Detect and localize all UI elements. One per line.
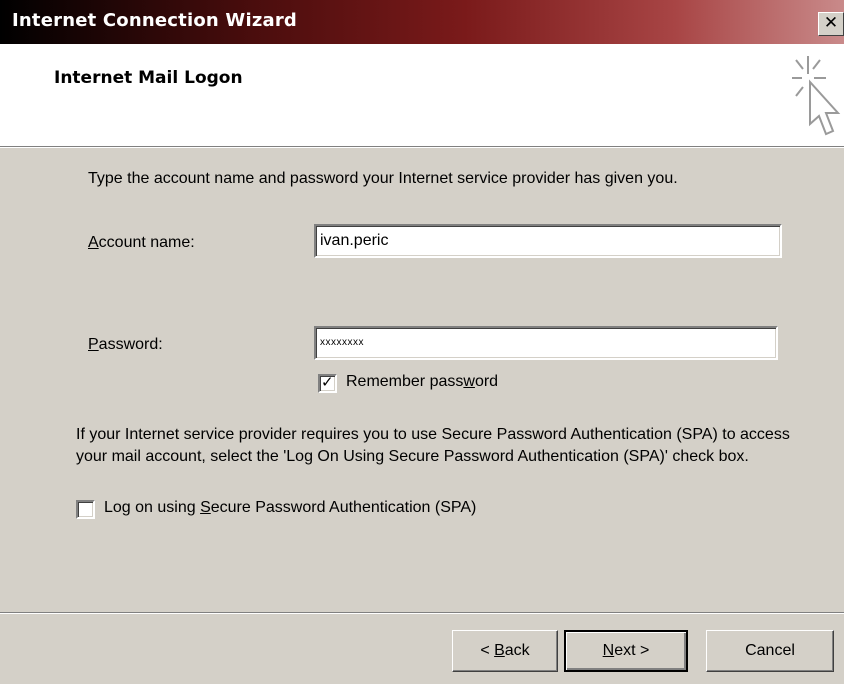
header-divider [0,146,844,148]
close-button[interactable]: ✕ [818,12,844,36]
next-button[interactable]: Next > [564,630,688,672]
password-label: Password: [88,336,163,354]
spa-checkbox[interactable] [76,500,95,519]
wizard-header: Internet Mail Logon [0,44,844,146]
close-icon: ✕ [823,13,839,33]
spa-info-text: If your Internet service provider requir… [76,426,790,465]
remember-label-pre: Remember pass [346,373,464,390]
account-name-label: Account name: [88,234,195,252]
spa-label-pre: Log on using [104,499,201,516]
password-label-accelerator: P [88,336,99,353]
back-label-accelerator: B [494,642,505,659]
account-label-text: ccount name: [98,234,195,251]
account-label-accelerator: A [88,234,99,251]
cancel-button[interactable]: Cancel [706,630,834,672]
remember-label-accelerator: w [463,373,475,390]
wizard-cursor-icon [792,56,841,136]
internet-connection-wizard-window: Internet Connection Wizard ✕ Internet Ma… [0,0,844,684]
remember-password-label[interactable]: Remember password [346,373,498,391]
page-title: Internet Mail Logon [54,68,243,88]
window-title: Internet Connection Wizard [12,10,298,31]
account-name-input[interactable]: ivan.peric [314,224,782,258]
spa-label-accelerator: S [200,499,211,516]
next-label-accelerator: N [602,642,615,659]
back-label-post: ack [504,642,530,659]
title-bar[interactable]: Internet Connection Wizard ✕ [0,0,844,44]
remember-password-checkbox[interactable]: ✓ [318,373,337,393]
remember-label-post: ord [474,373,499,390]
next-label-post: ext > [614,642,650,659]
intro-text: Type the account name and password your … [88,170,678,187]
password-input[interactable]: xxxxxxxx [314,326,778,360]
back-button[interactable]: < Back [452,630,558,672]
back-label-pre: < [480,642,495,659]
password-label-text: assword: [98,336,163,353]
checkmark-icon: ✓ [321,373,334,391]
footer-divider [0,612,844,614]
spa-checkbox-label[interactable]: Log on using Secure Password Authenticat… [104,499,476,517]
spa-label-post: ecure Password Authentication (SPA) [210,499,477,516]
